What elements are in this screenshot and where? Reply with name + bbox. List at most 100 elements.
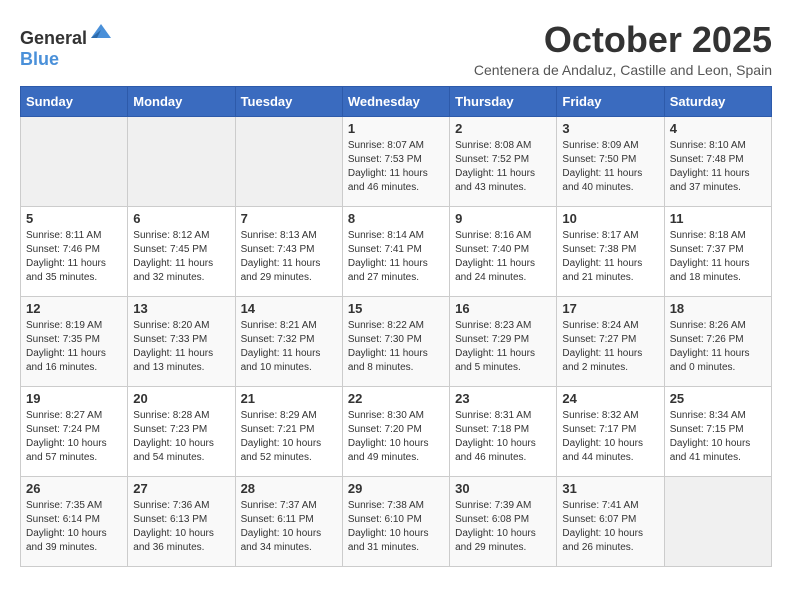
calendar-cell: 19Sunrise: 8:27 AM Sunset: 7:24 PM Dayli… [21, 386, 128, 476]
calendar-cell [21, 116, 128, 206]
day-number: 10 [562, 211, 658, 226]
calendar-cell [128, 116, 235, 206]
day-number: 16 [455, 301, 551, 316]
day-number: 22 [348, 391, 444, 406]
day-number: 26 [26, 481, 122, 496]
day-number: 24 [562, 391, 658, 406]
day-number: 12 [26, 301, 122, 316]
day-number: 3 [562, 121, 658, 136]
day-info: Sunrise: 8:31 AM Sunset: 7:18 PM Dayligh… [455, 409, 551, 465]
day-number: 25 [670, 391, 766, 406]
weekday-row: Sunday Monday Tuesday Wednesday Thursday… [21, 86, 772, 116]
day-info: Sunrise: 8:29 AM Sunset: 7:21 PM Dayligh… [241, 409, 337, 465]
day-info: Sunrise: 7:36 AM Sunset: 6:13 PM Dayligh… [133, 499, 229, 555]
calendar-cell: 25Sunrise: 8:34 AM Sunset: 7:15 PM Dayli… [664, 386, 771, 476]
day-number: 27 [133, 481, 229, 496]
day-number: 28 [241, 481, 337, 496]
calendar-cell: 2 Sunrise: 8:08 AM Sunset: 7:52 PM Daylig… [450, 116, 557, 206]
header-saturday: Saturday [664, 86, 771, 116]
calendar-cell: 31 Sunrise: 7:41 AM Sunset: 6:07 PM Dayli… [557, 476, 664, 566]
logo-blue: Blue [20, 49, 59, 69]
day-info: Sunrise: 7:35 AM Sunset: 6:14 PM Dayligh… [26, 499, 122, 555]
day-info: Sunrise: 7:38 AM Sunset: 6:10 PM Dayligh… [348, 499, 444, 555]
calendar-cell: 20Sunrise: 8:28 AM Sunset: 7:23 PM Dayli… [128, 386, 235, 476]
month-title: October 2025 [474, 20, 772, 60]
day-number: 6 [133, 211, 229, 226]
logo-icon [89, 20, 113, 44]
day-number: 2 [455, 121, 551, 136]
page-header: General Blue October 2025 Centenera de A… [20, 20, 772, 78]
day-info: Sunrise: 8:09 AM Sunset: 7:50 PM Dayligh… [562, 139, 658, 195]
calendar-table: Sunday Monday Tuesday Wednesday Thursday… [20, 86, 772, 567]
calendar-cell: 23Sunrise: 8:31 AM Sunset: 7:18 PM Dayli… [450, 386, 557, 476]
day-info: Sunrise: 8:14 AM Sunset: 7:41 PM Dayligh… [348, 229, 444, 285]
day-info: Sunrise: 8:19 AM Sunset: 7:35 PM Dayligh… [26, 319, 122, 375]
calendar-cell: 7 Sunrise: 8:13 AM Sunset: 7:43 PM Daylig… [235, 206, 342, 296]
day-number: 4 [670, 121, 766, 136]
header-wednesday: Wednesday [342, 86, 449, 116]
logo-text: General Blue [20, 20, 113, 70]
calendar-week-4: 26 Sunrise: 7:35 AM Sunset: 6:14 PM Dayli… [21, 476, 772, 566]
calendar-week-0: 1 Sunrise: 8:07 AM Sunset: 7:53 PM Daylig… [21, 116, 772, 206]
calendar-body: 1 Sunrise: 8:07 AM Sunset: 7:53 PM Daylig… [21, 116, 772, 566]
day-number: 7 [241, 211, 337, 226]
calendar-cell: 15Sunrise: 8:22 AM Sunset: 7:30 PM Dayli… [342, 296, 449, 386]
day-info: Sunrise: 8:20 AM Sunset: 7:33 PM Dayligh… [133, 319, 229, 375]
day-info: Sunrise: 7:39 AM Sunset: 6:08 PM Dayligh… [455, 499, 551, 555]
day-info: Sunrise: 8:13 AM Sunset: 7:43 PM Dayligh… [241, 229, 337, 285]
day-number: 30 [455, 481, 551, 496]
logo: General Blue [20, 20, 113, 70]
title-block: October 2025 Centenera de Andaluz, Casti… [474, 20, 772, 78]
day-number: 29 [348, 481, 444, 496]
calendar-week-1: 5Sunrise: 8:11 AM Sunset: 7:46 PM Daylig… [21, 206, 772, 296]
day-number: 8 [348, 211, 444, 226]
location-title: Centenera de Andaluz, Castille and Leon,… [474, 62, 772, 78]
calendar-cell: 10Sunrise: 8:17 AM Sunset: 7:38 PM Dayli… [557, 206, 664, 296]
calendar-cell: 13 Sunrise: 8:20 AM Sunset: 7:33 PM Dayli… [128, 296, 235, 386]
day-info: Sunrise: 8:07 AM Sunset: 7:53 PM Dayligh… [348, 139, 444, 195]
day-number: 18 [670, 301, 766, 316]
calendar-cell: 14 Sunrise: 8:21 AM Sunset: 7:32 PM Dayli… [235, 296, 342, 386]
calendar-week-3: 19Sunrise: 8:27 AM Sunset: 7:24 PM Dayli… [21, 386, 772, 476]
calendar-cell: 26 Sunrise: 7:35 AM Sunset: 6:14 PM Dayli… [21, 476, 128, 566]
calendar-cell: 4 Sunrise: 8:10 AM Sunset: 7:48 PM Daylig… [664, 116, 771, 206]
day-number: 15 [348, 301, 444, 316]
day-number: 21 [241, 391, 337, 406]
calendar-cell: 17 Sunrise: 8:24 AM Sunset: 7:27 PM Dayli… [557, 296, 664, 386]
day-info: Sunrise: 8:30 AM Sunset: 7:20 PM Dayligh… [348, 409, 444, 465]
logo-general: General [20, 28, 87, 48]
day-info: Sunrise: 8:32 AM Sunset: 7:17 PM Dayligh… [562, 409, 658, 465]
calendar-cell [664, 476, 771, 566]
calendar-cell: 27 Sunrise: 7:36 AM Sunset: 6:13 PM Dayli… [128, 476, 235, 566]
calendar-cell: 11Sunrise: 8:18 AM Sunset: 7:37 PM Dayli… [664, 206, 771, 296]
header-friday: Friday [557, 86, 664, 116]
calendar-cell: 12 Sunrise: 8:19 AM Sunset: 7:35 PM Dayli… [21, 296, 128, 386]
calendar-header: Sunday Monday Tuesday Wednesday Thursday… [21, 86, 772, 116]
day-number: 11 [670, 211, 766, 226]
calendar-week-2: 12 Sunrise: 8:19 AM Sunset: 7:35 PM Dayli… [21, 296, 772, 386]
day-info: Sunrise: 8:21 AM Sunset: 7:32 PM Dayligh… [241, 319, 337, 375]
day-info: Sunrise: 8:08 AM Sunset: 7:52 PM Dayligh… [455, 139, 551, 195]
header-tuesday: Tuesday [235, 86, 342, 116]
day-info: Sunrise: 8:24 AM Sunset: 7:27 PM Dayligh… [562, 319, 658, 375]
day-info: Sunrise: 8:23 AM Sunset: 7:29 PM Dayligh… [455, 319, 551, 375]
day-info: Sunrise: 8:12 AM Sunset: 7:45 PM Dayligh… [133, 229, 229, 285]
day-number: 31 [562, 481, 658, 496]
day-number: 13 [133, 301, 229, 316]
day-number: 9 [455, 211, 551, 226]
day-info: Sunrise: 8:16 AM Sunset: 7:40 PM Dayligh… [455, 229, 551, 285]
day-info: Sunrise: 7:41 AM Sunset: 6:07 PM Dayligh… [562, 499, 658, 555]
day-info: Sunrise: 8:26 AM Sunset: 7:26 PM Dayligh… [670, 319, 766, 375]
day-info: Sunrise: 8:11 AM Sunset: 7:46 PM Dayligh… [26, 229, 122, 285]
calendar-cell: 29 Sunrise: 7:38 AM Sunset: 6:10 PM Dayli… [342, 476, 449, 566]
calendar-cell: 30 Sunrise: 7:39 AM Sunset: 6:08 PM Dayli… [450, 476, 557, 566]
header-thursday: Thursday [450, 86, 557, 116]
day-number: 1 [348, 121, 444, 136]
day-number: 17 [562, 301, 658, 316]
day-number: 20 [133, 391, 229, 406]
day-info: Sunrise: 8:10 AM Sunset: 7:48 PM Dayligh… [670, 139, 766, 195]
day-number: 14 [241, 301, 337, 316]
calendar-cell: 16 Sunrise: 8:23 AM Sunset: 7:29 PM Dayli… [450, 296, 557, 386]
calendar-cell: 28Sunrise: 7:37 AM Sunset: 6:11 PM Dayli… [235, 476, 342, 566]
calendar-cell: 22 Sunrise: 8:30 AM Sunset: 7:20 PM Dayli… [342, 386, 449, 476]
